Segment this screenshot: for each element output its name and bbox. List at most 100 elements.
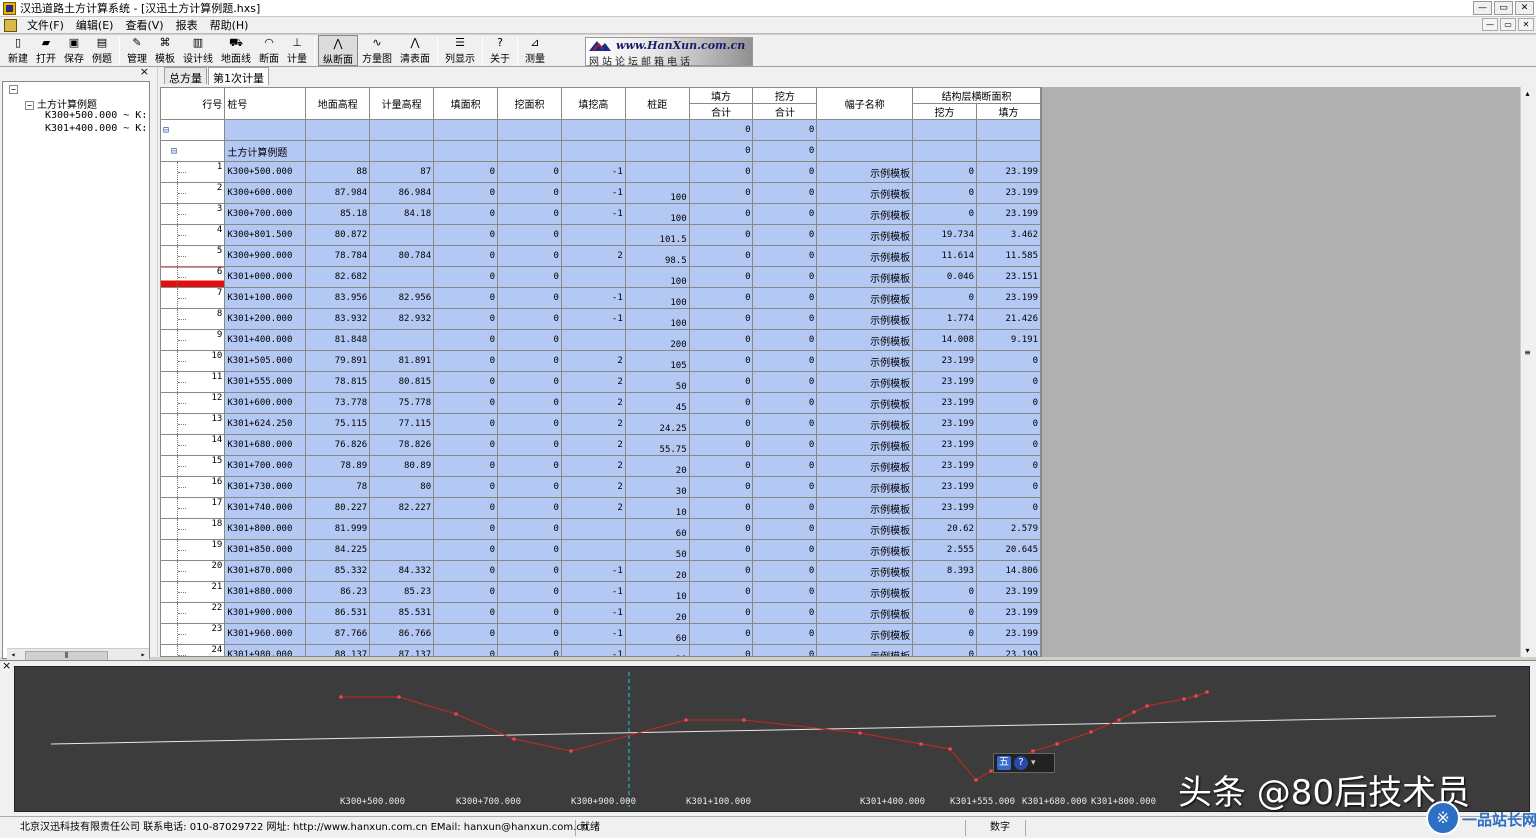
grid-cell[interactable] [976, 119, 1041, 141]
struct-fill-cell[interactable]: 20.645 [976, 539, 1041, 561]
help-icon[interactable]: ? [1014, 756, 1028, 770]
cut-area-cell[interactable]: 0 [497, 455, 562, 477]
fill-cut-height-cell[interactable]: 2 [561, 245, 626, 267]
cut-sum-cell[interactable]: 0 [752, 455, 818, 477]
ground-elev-cell[interactable]: 87.984 [305, 182, 371, 204]
struct-cut-cell[interactable]: 1.774 [912, 308, 978, 330]
struct-fill-cell[interactable]: 14.806 [976, 560, 1041, 582]
pile-cell[interactable]: K301+680.000 [224, 434, 307, 456]
fill-cut-height-cell[interactable]: -1 [561, 182, 626, 204]
fill-sum-cell[interactable]: 0 [689, 266, 754, 288]
cut-sum-cell[interactable]: 0 [752, 245, 818, 267]
pile-cell[interactable]: K300+700.000 [224, 203, 307, 225]
struct-fill-cell[interactable]: 9.191 [976, 329, 1041, 351]
pile-cell[interactable]: K301+870.000 [224, 560, 307, 582]
ground-elev-cell[interactable]: 83.956 [305, 287, 371, 309]
fill-area-cell[interactable]: 0 [433, 329, 499, 351]
cut-sum-cell[interactable]: 0 [752, 392, 818, 414]
template-cell[interactable]: 示例模板 [816, 497, 914, 519]
fill-area-cell[interactable]: 0 [433, 518, 499, 540]
distance-cell[interactable]: 20 [625, 644, 690, 656]
pile-cell[interactable]: K301+100.000 [224, 287, 307, 309]
row-header[interactable]: ⊟ [161, 119, 226, 141]
struct-fill-cell[interactable]: 2.579 [976, 518, 1041, 540]
toolbar-button-section[interactable]: ◠ 断面 [255, 35, 283, 66]
scroll-right-icon[interactable]: ▸ [137, 650, 149, 659]
template-cell[interactable]: 示例模板 [816, 644, 914, 656]
distance-cell[interactable]: 10 [625, 497, 690, 519]
col-header-fill[interactable]: 填方 [689, 88, 754, 104]
template-cell[interactable]: 示例模板 [816, 476, 914, 498]
pile-cell[interactable]: K301+730.000 [224, 476, 307, 498]
struct-cut-cell[interactable]: 0 [912, 287, 978, 309]
template-cell[interactable]: 示例模板 [816, 266, 914, 288]
struct-fill-cell[interactable]: 23.199 [976, 182, 1041, 204]
ground-elev-cell[interactable]: 83.932 [305, 308, 371, 330]
design-elev-cell[interactable] [369, 518, 435, 540]
table-row[interactable]: 3 K300+700.000 85.18 84.18 0 0 -1 100 0 0 示例模板 0 23.… [161, 203, 1041, 225]
grid-cell[interactable] [497, 119, 562, 141]
ground-elev-cell[interactable]: 86.531 [305, 602, 371, 624]
struct-cut-cell[interactable]: 0 [912, 182, 978, 204]
table-row[interactable]: 16 K301+730.000 78 80 0 0 2 30 0 0 示例模板 23.199 0 [161, 476, 1041, 498]
row-header[interactable]: 22 [161, 602, 226, 624]
fill-area-cell[interactable]: 0 [433, 434, 499, 456]
struct-fill-cell[interactable]: 23.151 [976, 266, 1041, 288]
col-header-cut[interactable]: 挖方 [752, 88, 818, 104]
toolbar-button-ground-line[interactable]: ⛟ 地面线 [217, 35, 255, 66]
pile-cell[interactable]: K301+740.000 [224, 497, 307, 519]
table-row[interactable]: 22 K301+900.000 86.531 85.531 0 0 -1 20 0 0 示例模板 0 2… [161, 602, 1041, 624]
fill-sum-cell[interactable]: 0 [689, 329, 754, 351]
grid-cell[interactable] [433, 119, 499, 141]
grid-cell[interactable] [816, 140, 914, 162]
template-cell[interactable]: 示例模板 [816, 203, 914, 225]
cut-area-cell[interactable]: 0 [497, 329, 562, 351]
design-elev-cell[interactable]: 82.227 [369, 497, 435, 519]
struct-fill-cell[interactable]: 0 [976, 497, 1041, 519]
fill-cut-height-cell[interactable] [561, 266, 626, 288]
table-row[interactable]: 15 K301+700.000 78.89 80.89 0 0 2 20 0 0 示例模板 23.19… [161, 455, 1041, 477]
row-header[interactable]: 14 [161, 434, 226, 456]
design-elev-cell[interactable]: 78.826 [369, 434, 435, 456]
fill-area-cell[interactable]: 0 [433, 644, 499, 656]
fill-area-cell[interactable]: 0 [433, 476, 499, 498]
struct-cut-cell[interactable]: 23.199 [912, 350, 978, 372]
cut-area-cell[interactable]: 0 [497, 287, 562, 309]
template-cell[interactable]: 示例模板 [816, 371, 914, 393]
template-cell[interactable]: 示例模板 [816, 413, 914, 435]
toolbar-button-profile[interactable]: ⋀ 纵断面 [318, 35, 358, 66]
table-row[interactable]: 17 K301+740.000 80.227 82.227 0 0 2 10 0 0 示例模板 23.… [161, 497, 1041, 519]
toolbar-button-about[interactable]: ? 关于 [486, 35, 514, 66]
pile-cell[interactable]: K301+850.000 [224, 539, 307, 561]
fill-sum-cell[interactable]: 0 [689, 245, 754, 267]
cut-area-cell[interactable]: 0 [497, 413, 562, 435]
template-cell[interactable]: 示例模板 [816, 224, 914, 246]
toolbar-button-volume-chart[interactable]: ∿ 方量图 [358, 35, 396, 66]
fill-area-cell[interactable]: 0 [433, 497, 499, 519]
scroll-thumb-grip[interactable]: ≡ [1521, 348, 1534, 357]
fill-area-cell[interactable]: 0 [433, 581, 499, 603]
fill-cut-height-cell[interactable]: -1 [561, 161, 626, 183]
grid-cell[interactable] [369, 119, 435, 141]
menu-edit[interactable]: 编辑(E) [70, 17, 120, 33]
distance-cell[interactable]: 20 [625, 455, 690, 477]
row-header[interactable]: 4 [161, 224, 226, 246]
fill-cut-height-cell[interactable] [561, 518, 626, 540]
group-row[interactable]: ⊟ 0 0 [161, 119, 1041, 141]
row-header[interactable]: 18 [161, 518, 226, 540]
distance-cell[interactable]: 60 [625, 623, 690, 645]
fill-sum-cell[interactable]: 0 [689, 119, 754, 141]
cut-area-cell[interactable]: 0 [497, 434, 562, 456]
hanxun-banner[interactable]: www.HanXun.com.cn 网站论坛邮箱电话 [585, 37, 753, 68]
ground-elev-cell[interactable]: 88.137 [305, 644, 371, 656]
fill-sum-cell[interactable]: 0 [689, 350, 754, 372]
toolbar-button-survey[interactable]: ⊿ 测量 [521, 35, 549, 66]
cut-area-cell[interactable]: 0 [497, 245, 562, 267]
distance-cell[interactable]: 100 [625, 308, 690, 330]
table-row[interactable]: 7 K301+100.000 83.956 82.956 0 0 -1 100 0 0 示例模板 0 2… [161, 287, 1041, 309]
col-header-structure-area[interactable]: 结构层横断面积 [912, 88, 1041, 104]
cut-sum-cell[interactable]: 0 [752, 161, 818, 183]
struct-cut-cell[interactable]: 11.614 [912, 245, 978, 267]
struct-fill-cell[interactable]: 23.199 [976, 203, 1041, 225]
fill-sum-cell[interactable]: 0 [689, 455, 754, 477]
